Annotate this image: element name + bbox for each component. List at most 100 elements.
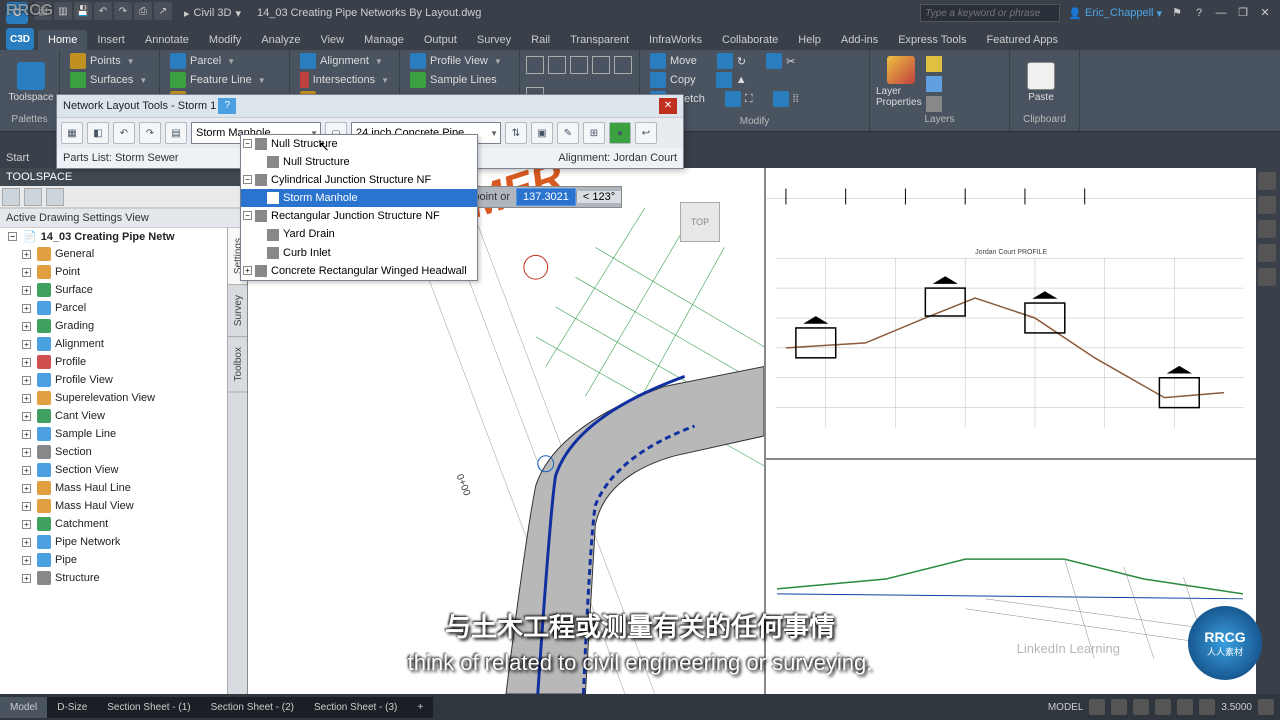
prompt-angle-value[interactable]: < 123° [576,191,621,203]
tree-alignment[interactable]: +Alignment [0,335,247,353]
layout-tab-ss1[interactable]: Section Sheet - (1) [97,697,200,718]
tree-root[interactable]: −📄 14_03 Creating Pipe Netw [0,228,247,245]
navbar-zoom-icon[interactable] [1258,244,1276,262]
tree-surface[interactable]: +Surface [0,281,247,299]
minimize-icon[interactable]: — [1214,6,1228,20]
toolspace-button[interactable]: Toolspace [6,52,56,112]
tree-structure[interactable]: +Structure [0,569,247,587]
layout-tab-ss2[interactable]: Section Sheet - (2) [201,697,304,718]
tab-collaborate[interactable]: Collaborate [712,30,788,50]
status-polar-icon[interactable] [1155,699,1171,715]
qat-undo-icon[interactable]: ↶ [94,2,112,20]
status-anno-scale[interactable]: 3.5000 [1221,702,1252,713]
nlt-surface-icon[interactable]: ◧ [87,122,109,144]
tree-grading[interactable]: +Grading [0,317,247,335]
tree-sample-line[interactable]: +Sample Line [0,425,247,443]
tree-general[interactable]: +General [0,245,247,263]
status-osnap-icon[interactable] [1177,699,1193,715]
nlt-undo-icon[interactable]: ↶ [113,122,135,144]
status-model[interactable]: MODEL [1048,702,1084,713]
nlt-redo-icon[interactable]: ↷ [139,122,161,144]
draw-poly-icon[interactable] [614,56,632,74]
nlt-erase-icon[interactable]: ✎ [557,122,579,144]
nlt-draw-mode-icon[interactable]: ⇅ [505,122,527,144]
tab-infraworks[interactable]: InfraWorks [639,30,712,50]
tree-section[interactable]: +Section [0,443,247,461]
tab-output[interactable]: Output [414,30,467,50]
dd-item-cylindrical-group[interactable]: −Cylindrical Junction Structure NF [241,171,477,189]
tab-manage[interactable]: Manage [354,30,414,50]
profile-viewport[interactable]: Jordan Court PROFILE [764,168,1256,458]
help-icon[interactable]: ? [1192,6,1206,20]
tab-insert[interactable]: Insert [87,30,135,50]
tab-home[interactable]: Home [38,30,87,50]
dd-item-rectangular-group[interactable]: −Rectangular Junction Structure NF [241,207,477,225]
tab-modify[interactable]: Modify [199,30,251,50]
draw-line-icon[interactable] [526,56,544,74]
dd-item-null-structure[interactable]: Null Structure [241,153,477,171]
status-ortho-icon[interactable] [1133,699,1149,715]
dd-item-yard-drain[interactable]: Yard Drain [241,225,477,243]
status-snap-icon[interactable] [1111,699,1127,715]
float-close-icon[interactable]: ✕ [659,98,677,114]
nlt-grid-icon[interactable]: ⊞ [583,122,605,144]
layout-tab-model[interactable]: Model [0,697,47,718]
dd-item-null-structure-group[interactable]: −Null Structure [241,135,477,153]
prompt-distance-value[interactable]: 137.3021 [516,188,576,206]
nlt-props-icon[interactable]: ▦ [61,122,83,144]
layout-tab-ss3[interactable]: Section Sheet - (3) [304,697,407,718]
cmd-parcel[interactable]: Parcel▼ [166,52,283,70]
cloud-icon[interactable]: ⚑ [1170,6,1184,20]
cmd-scale[interactable]: ⛶ [721,90,757,108]
qat-share-icon[interactable]: ↗ [154,2,172,20]
tab-analyze[interactable]: Analyze [251,30,310,50]
paste-button[interactable]: Paste [1016,52,1066,112]
tree-mass-haul-view[interactable]: +Mass Haul View [0,497,247,515]
draw-rect-icon[interactable] [592,56,610,74]
ts-btn1-icon[interactable] [2,188,20,206]
tab-view[interactable]: View [310,30,354,50]
toolspace-section[interactable]: Active Drawing Settings View [0,208,247,228]
cmd-points[interactable]: Points▼ [66,52,153,70]
navbar-pan-icon[interactable] [1258,220,1276,238]
status-gear-icon[interactable] [1258,699,1274,715]
navbar-icon-1[interactable] [1258,172,1276,190]
tree-mass-haul-line[interactable]: +Mass Haul Line [0,479,247,497]
navbar-orbit-icon[interactable] [1258,268,1276,286]
qat-open-icon[interactable]: ▥ [54,2,72,20]
vtab-survey[interactable]: Survey [228,285,247,337]
tab-featured[interactable]: Featured Apps [976,30,1068,50]
layer-on-icon[interactable] [926,56,942,72]
nlt-partslist-icon[interactable]: ▤ [165,122,187,144]
navbar-icon-2[interactable] [1258,196,1276,214]
tab-help[interactable]: Help [788,30,831,50]
tree-section-view[interactable]: +Section View [0,461,247,479]
dd-item-headwall-group[interactable]: +Concrete Rectangular Winged Headwall [241,262,477,280]
vtab-toolbox[interactable]: Toolbox [228,337,247,392]
ts-btn2-icon[interactable] [24,188,42,206]
tree-pipe[interactable]: +Pipe [0,551,247,569]
qat-print-icon[interactable]: ⎙ [134,2,152,20]
tab-express[interactable]: Express Tools [888,30,976,50]
nlt-return-icon[interactable]: ↩ [635,122,657,144]
tree-superelev[interactable]: +Superelevation View [0,389,247,407]
layer-freeze-icon[interactable] [926,76,942,92]
tab-annotate[interactable]: Annotate [135,30,199,50]
tab-transparent[interactable]: Transparent [560,30,639,50]
tab-addins[interactable]: Add-ins [831,30,888,50]
cmd-copy[interactable]: Copy [646,71,700,89]
help-search-input[interactable] [920,4,1060,22]
ts-btn3-icon[interactable] [46,188,64,206]
tree-pipe-network[interactable]: +Pipe Network [0,533,247,551]
nlt-green-icon[interactable]: ● [609,122,631,144]
close-icon[interactable]: ✕ [1258,6,1272,20]
cmd-rotate[interactable]: ↻ [713,52,750,70]
cmd-intersections[interactable]: Intersections▼ [296,71,393,89]
cmd-profile-view[interactable]: Profile View▼ [406,52,513,70]
layer-properties-button[interactable]: Layer Properties [876,52,926,112]
float-window-title[interactable]: Network Layout Tools - Storm 1 ? ✕ [57,95,683,117]
cmd-mirror[interactable]: ▲ [712,71,751,89]
tree-parcel[interactable]: +Parcel [0,299,247,317]
qat-save-icon[interactable]: 💾 [74,2,92,20]
status-grid-icon[interactable] [1089,699,1105,715]
